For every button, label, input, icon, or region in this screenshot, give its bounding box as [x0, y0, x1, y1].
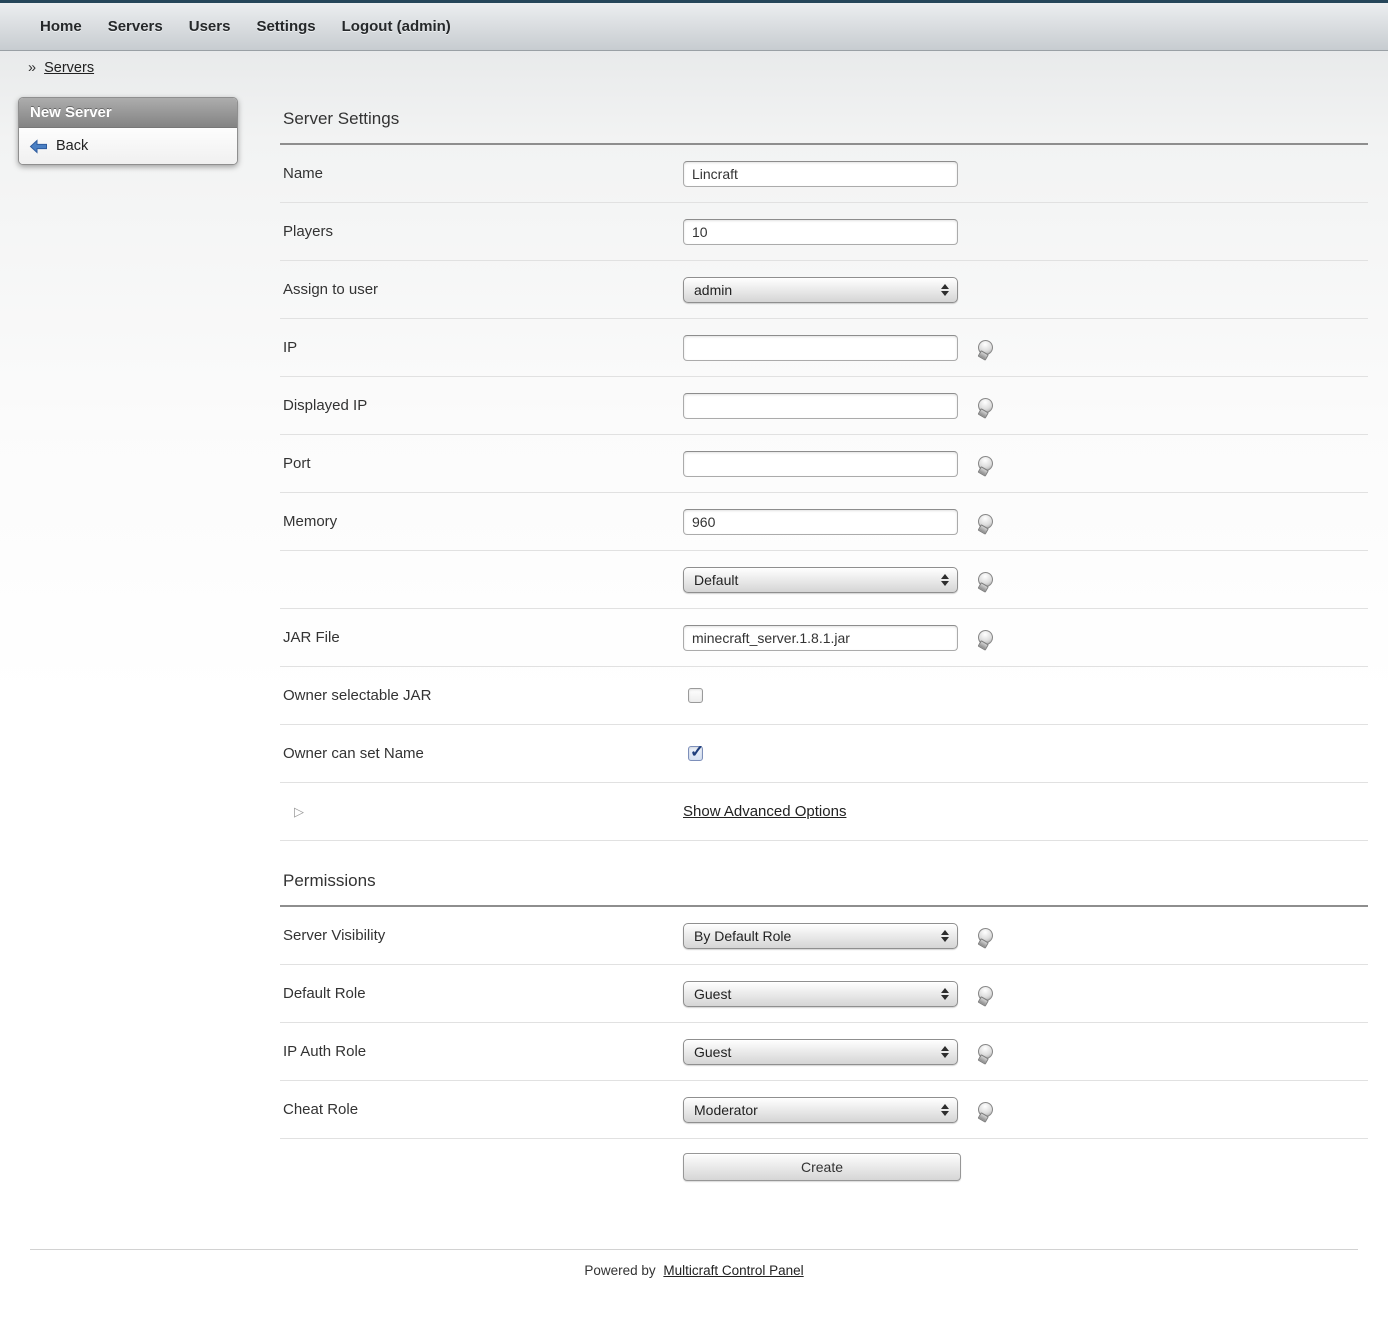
name-input[interactable]	[683, 161, 958, 187]
select-value: Guest	[694, 1044, 731, 1060]
ip-help-lightbulb-icon[interactable]	[975, 337, 995, 357]
select-value: Moderator	[694, 1102, 758, 1118]
port-help-lightbulb-icon[interactable]	[975, 453, 995, 473]
server-settings-title: Server Settings	[280, 109, 1368, 145]
select-value: Guest	[694, 986, 731, 1002]
jar-file-help-lightbulb-icon[interactable]	[975, 627, 995, 647]
cheat-role-label: Cheat Role	[283, 1101, 683, 1118]
form-row-ip-auth-role: IP Auth Role Guest	[280, 1023, 1368, 1081]
memory-label: Memory	[283, 513, 683, 530]
form-row-port: Port	[280, 435, 1368, 493]
back-label: Back	[56, 138, 88, 154]
server-visibility-help-lightbulb-icon[interactable]	[975, 925, 995, 945]
form-row-server-visibility: Server Visibility By Default Role	[280, 907, 1368, 965]
assign-to-user-label: Assign to user	[283, 281, 683, 298]
form-row-jar-file: JAR File	[280, 609, 1368, 667]
jar-file-input[interactable]	[683, 625, 958, 651]
breadcrumb-servers-link[interactable]: Servers	[44, 60, 94, 76]
jar-preset-help-lightbulb-icon[interactable]	[975, 569, 995, 589]
assign-to-user-select[interactable]: admin	[683, 277, 958, 303]
owner-selectable-jar-label: Owner selectable JAR	[283, 687, 683, 704]
form-row-cheat-role: Cheat Role Moderator	[280, 1081, 1368, 1139]
default-role-select[interactable]: Guest	[683, 981, 958, 1007]
form-row-memory: Memory	[280, 493, 1368, 551]
owner-can-set-name-label: Owner can set Name	[283, 745, 683, 762]
footer-powered-by-text: Powered by	[584, 1263, 655, 1278]
up-down-stepper-icon	[941, 988, 949, 1000]
footer: Powered by Multicraft Control Panel	[30, 1249, 1358, 1304]
select-value: Default	[694, 572, 738, 588]
name-label: Name	[283, 165, 683, 182]
panel-title: New Server	[19, 98, 237, 128]
select-value: admin	[694, 282, 732, 298]
nav-logout[interactable]: Logout (admin)	[329, 3, 464, 50]
select-value: By Default Role	[694, 928, 791, 944]
triangle-right-icon[interactable]: ▷	[283, 804, 304, 819]
players-label: Players	[283, 223, 683, 240]
form-row-assign-to-user: Assign to user admin	[280, 261, 1368, 319]
port-label: Port	[283, 455, 683, 472]
up-down-stepper-icon	[941, 574, 949, 586]
ip-input[interactable]	[683, 335, 958, 361]
form-row-name: Name	[280, 145, 1368, 203]
displayed-ip-label: Displayed IP	[283, 397, 683, 414]
up-down-stepper-icon	[941, 1046, 949, 1058]
ip-auth-role-label: IP Auth Role	[283, 1043, 683, 1060]
top-navigation: Home Servers Users Settings Logout (admi…	[0, 0, 1388, 51]
new-server-panel: New Server Back	[18, 97, 238, 165]
jar-file-label: JAR File	[283, 629, 683, 646]
jar-preset-select[interactable]: Default	[683, 567, 958, 593]
up-down-stepper-icon	[941, 284, 949, 296]
default-role-help-lightbulb-icon[interactable]	[975, 983, 995, 1003]
multicraft-control-panel-link[interactable]: Multicraft Control Panel	[663, 1263, 803, 1278]
back-button[interactable]: Back	[19, 128, 237, 164]
server-visibility-label: Server Visibility	[283, 927, 683, 944]
server-visibility-select[interactable]: By Default Role	[683, 923, 958, 949]
nav-settings[interactable]: Settings	[243, 3, 328, 50]
cheat-role-help-lightbulb-icon[interactable]	[975, 1099, 995, 1119]
default-role-label: Default Role	[283, 985, 683, 1002]
displayed-ip-help-lightbulb-icon[interactable]	[975, 395, 995, 415]
displayed-ip-input[interactable]	[683, 393, 958, 419]
form-row-players: Players	[280, 203, 1368, 261]
back-arrow-icon	[29, 139, 48, 154]
form-row-ip: IP	[280, 319, 1368, 377]
form-row-owner-selectable-jar: Owner selectable JAR	[280, 667, 1368, 725]
ip-label: IP	[283, 339, 683, 356]
owner-can-set-name-checkbox[interactable]	[688, 746, 703, 761]
breadcrumb-symbol: »	[28, 60, 36, 76]
nav-users[interactable]: Users	[176, 3, 244, 50]
show-advanced-options-link[interactable]: Show Advanced Options	[683, 803, 846, 820]
ip-auth-role-help-lightbulb-icon[interactable]	[975, 1041, 995, 1061]
form-row-advanced-options: ▷ Show Advanced Options	[280, 783, 1368, 841]
cheat-role-select[interactable]: Moderator	[683, 1097, 958, 1123]
owner-selectable-jar-checkbox[interactable]	[688, 688, 703, 703]
main-content: Server Settings Name Players Assign to u…	[280, 109, 1368, 1203]
up-down-stepper-icon	[941, 930, 949, 942]
form-row-create: Create	[280, 1139, 1368, 1203]
players-input[interactable]	[683, 219, 958, 245]
form-row-owner-can-set-name: Owner can set Name	[280, 725, 1368, 783]
form-row-default-role: Default Role Guest	[280, 965, 1368, 1023]
create-button[interactable]: Create	[683, 1153, 961, 1181]
form-row-displayed-ip: Displayed IP	[280, 377, 1368, 435]
memory-input[interactable]	[683, 509, 958, 535]
up-down-stepper-icon	[941, 1104, 949, 1116]
ip-auth-role-select[interactable]: Guest	[683, 1039, 958, 1065]
nav-home[interactable]: Home	[27, 3, 95, 50]
form-row-jar-preset: Default	[280, 551, 1368, 609]
breadcrumb: » Servers	[0, 51, 1388, 79]
nav-servers[interactable]: Servers	[95, 3, 176, 50]
permissions-title: Permissions	[280, 871, 1368, 907]
memory-help-lightbulb-icon[interactable]	[975, 511, 995, 531]
port-input[interactable]	[683, 451, 958, 477]
